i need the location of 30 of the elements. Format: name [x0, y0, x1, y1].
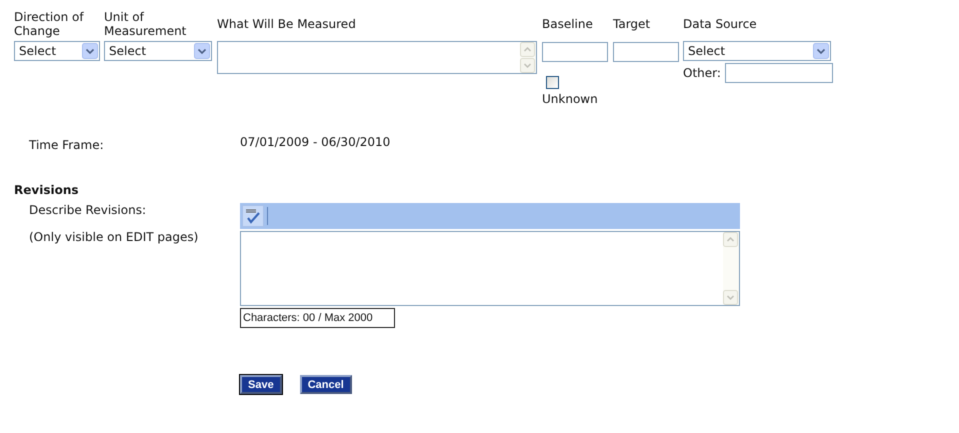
measure-textarea[interactable] [217, 41, 537, 74]
column-label: Direction of Change [14, 9, 85, 39]
baseline-input[interactable] [542, 42, 608, 62]
field-label: Other: [683, 66, 721, 80]
field-label: Time Frame: [29, 137, 105, 152]
checkbox[interactable] [546, 76, 559, 89]
save-button[interactable]: Save [240, 375, 282, 394]
target-input[interactable] [613, 42, 679, 62]
checkbox-label: Unknown [542, 92, 598, 106]
scroll-down-icon[interactable] [723, 290, 738, 305]
column-label: Unit of Measurement [104, 9, 188, 39]
revisions-textarea[interactable] [240, 231, 740, 306]
column-label: Target [613, 16, 652, 33]
time-frame-value: 07/01/2009 - 06/30/2010 [240, 135, 390, 151]
spellcheck-icon[interactable] [242, 205, 264, 227]
data-source-select[interactable]: Select [683, 41, 831, 61]
unit-select[interactable]: Select [104, 41, 212, 61]
column-label: Baseline [542, 16, 594, 33]
field-label: Describe Revisions: [29, 203, 147, 217]
scroll-up-icon[interactable] [723, 232, 738, 247]
column-label: What Will Be Measured [217, 16, 357, 33]
character-counter: Characters: 00 / Max 2000 [240, 308, 395, 328]
scroll-up-icon[interactable] [520, 42, 535, 57]
note-text: (Only visible on EDIT pages) [29, 230, 200, 244]
scroll-down-icon[interactable] [520, 58, 535, 73]
other-input[interactable] [724, 63, 833, 83]
cancel-button[interactable]: Cancel [300, 375, 352, 394]
section-heading: Revisions [14, 183, 80, 197]
column-label: Data Source [683, 16, 758, 33]
direction-select[interactable]: Select [14, 41, 100, 61]
